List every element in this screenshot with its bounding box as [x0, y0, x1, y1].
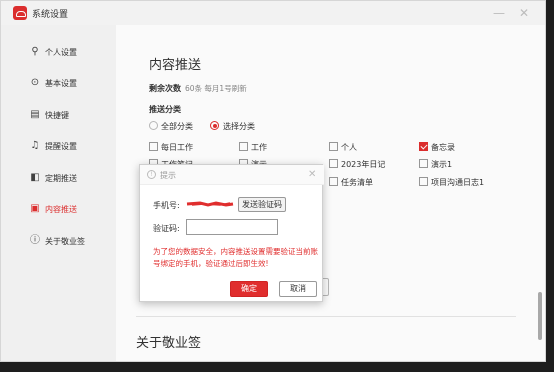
dialog-title: 提示 [160, 171, 176, 180]
settings-window: 系统设置 — ✕ ⚲ 个人设置 ⊙ 基本设置 ▤ 快捷键 ♫ 提醒设置 ◧ 定期… [0, 0, 546, 362]
info-icon: ! [147, 170, 156, 179]
verify-phone-dialog: ! 提示 ✕ 手机号: 发送验证码 验证码: 为了您的数据安全，内容推送设置需要… [139, 164, 324, 302]
verification-code-input[interactable] [186, 219, 278, 235]
redaction-scribble [186, 201, 234, 207]
close-icon[interactable]: ✕ [308, 169, 316, 180]
security-warning: 为了您的数据安全，内容推送设置需要验证当前账号绑定的手机，验证通过后即生效! [153, 247, 318, 268]
code-label: 验证码: [153, 224, 180, 233]
confirm-button[interactable]: 确定 [230, 281, 268, 297]
scrollbar[interactable] [538, 292, 542, 340]
send-code-button[interactable]: 发送验证码 [238, 197, 286, 212]
phone-label: 手机号: [153, 201, 180, 210]
cancel-button[interactable]: 取消 [279, 281, 317, 297]
dialog-header: ! 提示 ✕ [140, 165, 324, 185]
